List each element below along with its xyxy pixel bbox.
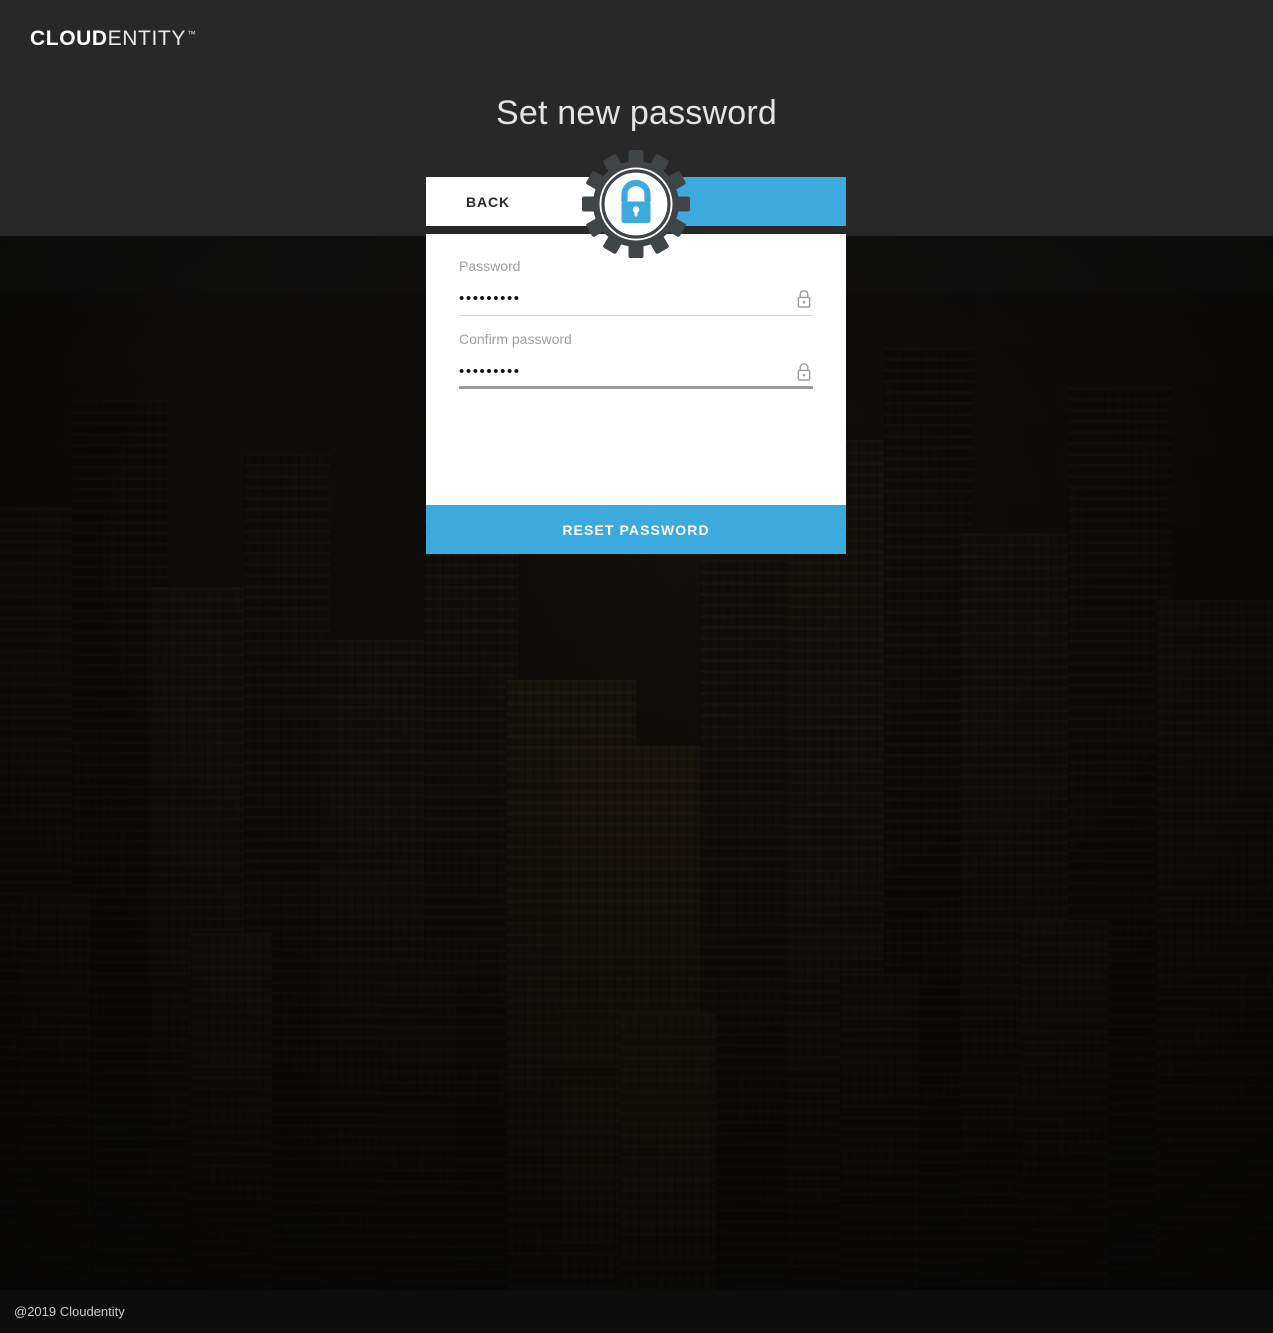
back-button-label: BACK: [466, 193, 511, 210]
trademark-symbol: ™: [186, 28, 197, 39]
reset-password-button[interactable]: RESET PASSWORD: [426, 505, 846, 554]
confirm-password-underline: [459, 385, 813, 389]
confirm-password-label: Confirm password: [459, 330, 572, 347]
brand-logo[interactable]: CLOUDENTITY™: [30, 28, 197, 49]
password-underline: [459, 314, 813, 316]
brand-logo-bold: CLOUD: [30, 26, 108, 50]
copyright-text: @2019 Cloudentity: [14, 1304, 125, 1319]
password-input[interactable]: •••••••••: [459, 289, 787, 309]
reset-password-card: BACK Password ••••••••• Confirm password…: [426, 150, 846, 554]
page-root: CLOUDENTITY™ Set new password BACK Passw…: [0, 0, 1273, 1333]
back-button[interactable]: BACK: [426, 177, 656, 226]
card-tabbar: BACK: [426, 177, 846, 226]
reset-password-button-label: RESET PASSWORD: [562, 521, 710, 538]
card-divider-gap: [426, 226, 846, 234]
confirm-password-input[interactable]: •••••••••: [459, 362, 787, 382]
password-label: Password: [459, 258, 521, 274]
brand-logo-light: ENTITY: [107, 26, 186, 50]
app-header: CLOUDENTITY™: [0, 0, 1273, 76]
page-footer: @2019 Cloudentity: [0, 1290, 1273, 1333]
tabbar-accent-panel: [656, 177, 846, 226]
lock-icon: [795, 362, 813, 382]
confirm-password-field-group: Confirm password •••••••••: [459, 331, 813, 389]
confirm-password-input-row[interactable]: •••••••••: [459, 362, 813, 389]
password-field-group: Password •••••••••: [459, 258, 813, 316]
card-form-body: Password ••••••••• Confirm password ••••…: [426, 234, 846, 505]
password-input-row[interactable]: •••••••••: [459, 289, 813, 316]
lock-icon: [795, 289, 813, 309]
page-title: Set new password: [495, 94, 777, 132]
